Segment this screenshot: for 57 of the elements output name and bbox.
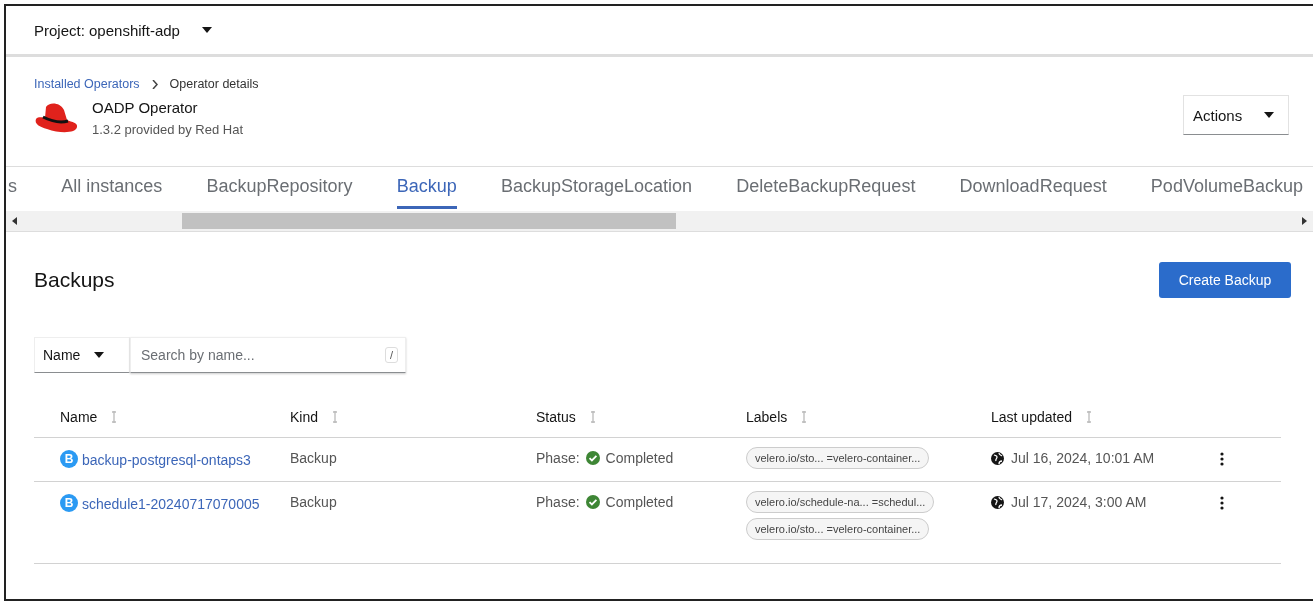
actions-dropdown[interactable]: Actions: [1183, 95, 1289, 135]
filter-dropdown[interactable]: Name: [34, 337, 130, 373]
scrollbar[interactable]: [6, 211, 1313, 231]
breadcrumb-link[interactable]: Installed Operators: [34, 77, 140, 91]
phase-label: Phase:: [536, 450, 580, 466]
chevron-icon: [151, 79, 158, 89]
tab[interactable]: s: [8, 167, 17, 209]
project-dropdown[interactable]: Project: openshift-adp: [34, 21, 212, 39]
scroll-right-icon[interactable]: [1302, 217, 1307, 225]
sort-icon[interactable]: [111, 410, 118, 424]
column-header[interactable]: Labels: [746, 409, 788, 425]
column-header[interactable]: Last updated: [991, 409, 1072, 425]
backup-link[interactable]: backup-postgresql-ontaps3: [82, 450, 272, 470]
tab[interactable]: BackupStorageLocation: [500, 167, 693, 209]
page-heading: Backups: [34, 268, 115, 292]
create-backup-button[interactable]: Create Backup: [1159, 262, 1291, 298]
sort-icon[interactable]: [332, 410, 339, 424]
status-text: Completed: [605, 494, 674, 510]
scrollbar-thumb[interactable]: [182, 213, 676, 229]
breadcrumb-current: Operator details: [169, 77, 259, 91]
column-header[interactable]: Kind: [290, 409, 319, 425]
phase-label: Phase:: [536, 494, 580, 510]
resource-badge: B: [60, 494, 78, 512]
scroll-left-icon[interactable]: [12, 217, 17, 225]
tab[interactable]: DownloadRequest: [959, 167, 1107, 209]
operator-version: 1.3.2 provided by Red Hat: [92, 122, 244, 137]
kebab-menu-icon[interactable]: [1220, 496, 1224, 510]
caret-icon: [1264, 112, 1274, 118]
hat-icon: [34, 101, 78, 135]
tab[interactable]: DeleteBackupRequest: [736, 167, 916, 209]
globe-icon: [991, 451, 1004, 465]
tab[interactable]: All instances: [61, 167, 163, 209]
globe-icon: [991, 495, 1004, 509]
timestamp: Jul 16, 2024, 10:01 AM: [1011, 450, 1155, 466]
check-circle-icon: [585, 495, 600, 509]
timestamp: Jul 17, 2024, 3:00 AM: [1011, 494, 1147, 510]
tab[interactable]: BackupRepository: [206, 167, 353, 209]
tab[interactable]: PodVolumeBackup: [1150, 167, 1303, 209]
column-header[interactable]: Name: [60, 409, 98, 425]
label-chip: velero.io/sto... =velero-container...: [746, 447, 930, 469]
column-header[interactable]: Status: [536, 409, 576, 425]
shortcut-key: /: [384, 347, 398, 363]
sort-icon[interactable]: [589, 410, 596, 424]
label-chip: velero.io/schedule-na... =schedul...: [746, 491, 935, 513]
backup-link[interactable]: schedule1-20240717070005: [82, 494, 272, 514]
sort-icon[interactable]: [801, 410, 808, 424]
caret-icon: [201, 27, 212, 33]
sort-icon[interactable]: [1085, 410, 1092, 424]
check-circle-icon: [585, 451, 600, 465]
label-chip: velero.io/sto... =velero-container...: [746, 518, 930, 540]
kind-cell-text: Backup: [290, 450, 338, 466]
status-text: Completed: [605, 450, 674, 466]
resource-badge: B: [60, 450, 78, 468]
caret-icon: [94, 352, 105, 358]
operator-name: OADP Operator: [92, 99, 199, 116]
kind-cell-text: Backup: [290, 494, 338, 510]
kebab-menu-icon[interactable]: [1220, 452, 1224, 466]
